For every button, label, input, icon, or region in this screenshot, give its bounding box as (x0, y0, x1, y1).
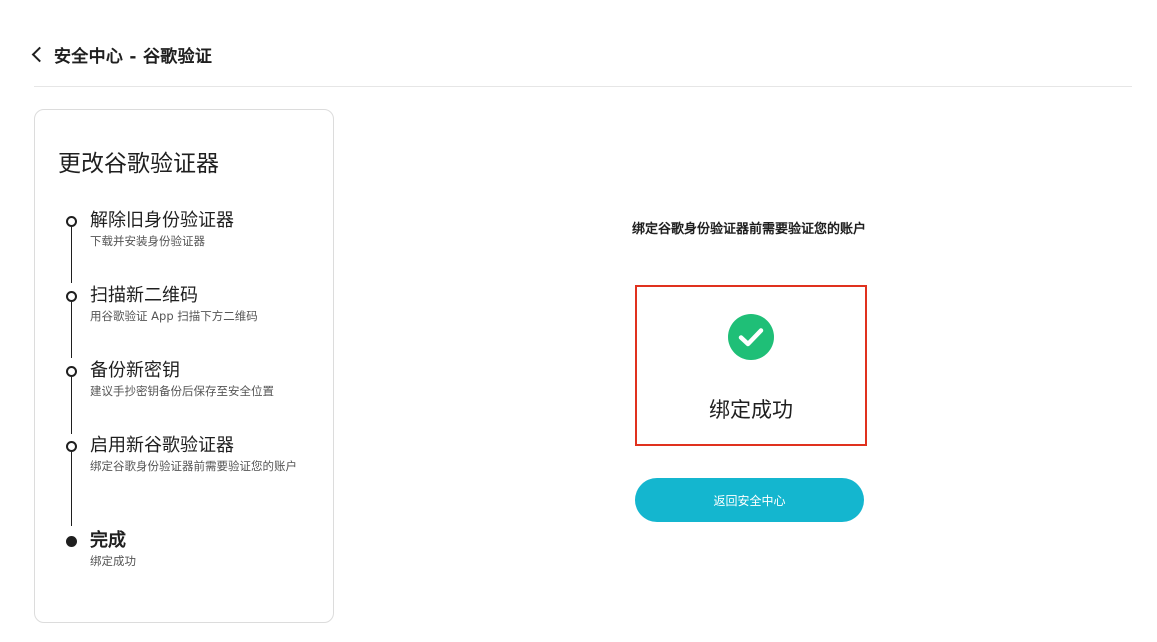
verify-account-notice: 绑定谷歌身份验证器前需要验证您的账户 (631, 222, 866, 237)
panel-title: 更改谷歌验证器 (58, 151, 219, 177)
step-description: 绑定谷歌身份验证器前需要验证您的账户 (90, 459, 297, 473)
step-description: 下载并安装身份验证器 (90, 234, 205, 248)
header-divider (34, 86, 1132, 87)
check-circle-icon (728, 314, 774, 360)
step-dot (66, 291, 77, 302)
step-dot-current (66, 536, 77, 547)
chevron-left-icon (31, 46, 48, 63)
step-description: 用谷歌验证 App 扫描下方二维码 (90, 309, 258, 323)
step-description: 建议手抄密钥备份后保存至安全位置 (90, 384, 274, 398)
step-dot (66, 366, 77, 377)
step-connector (71, 377, 72, 434)
step-title: 完成 (90, 530, 126, 551)
return-security-center-button[interactable]: 返回安全中心 (635, 478, 864, 522)
back-to-security-center[interactable]: 安全中心 - 谷歌验证 (31, 40, 213, 68)
step-title: 启用新谷歌验证器 (90, 435, 234, 456)
step-title: 备份新密钥 (90, 360, 180, 381)
step-description: 绑定成功 (90, 554, 136, 568)
steps-panel: 更改谷歌验证器 解除旧身份验证器 下载并安装身份验证器 扫描新二维码 用谷歌验证… (34, 109, 334, 623)
page-title: 安全中心 - 谷歌验证 (54, 46, 213, 67)
success-message: 绑定成功 (709, 398, 793, 422)
step-connector (71, 302, 72, 358)
step-connector (71, 227, 72, 283)
step-dot (66, 216, 77, 227)
step-title: 扫描新二维码 (90, 285, 198, 306)
success-box: 绑定成功 (635, 285, 867, 446)
step-title: 解除旧身份验证器 (90, 210, 234, 231)
step-dot (66, 441, 77, 452)
step-connector (71, 452, 72, 526)
